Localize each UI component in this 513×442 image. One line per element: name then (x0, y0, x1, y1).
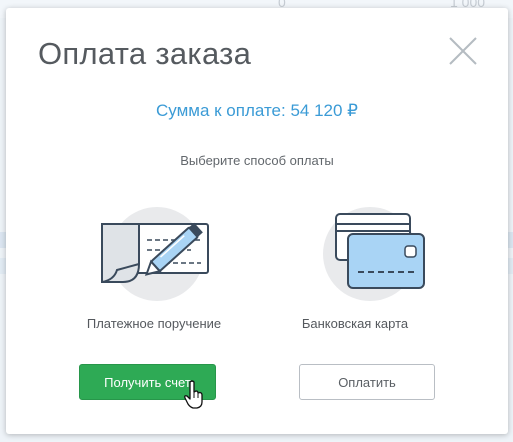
choose-method-label: Выберите способ оплаты (180, 153, 334, 168)
payment-method-invoice[interactable]: Платежное поручение (64, 204, 244, 331)
payment-order-icon (101, 207, 209, 301)
get-invoice-button[interactable]: Получить счет (79, 364, 216, 400)
close-button[interactable] (446, 34, 480, 68)
bank-card-icon (323, 207, 425, 301)
close-icon (449, 37, 477, 65)
method-label-card: Банковская карта (301, 316, 409, 331)
payment-dialog: Оплата заказа Сумма к оплате: 54 120 ₽ В… (6, 8, 508, 434)
pay-button[interactable]: Оплатить (299, 364, 435, 400)
method-label-invoice: Платежное поручение (86, 316, 222, 331)
payment-method-card[interactable]: Банковская карта (265, 204, 445, 331)
amount-due: Сумма к оплате: 54 120 ₽ (156, 101, 358, 120)
dialog-title: Оплата заказа (38, 36, 252, 71)
